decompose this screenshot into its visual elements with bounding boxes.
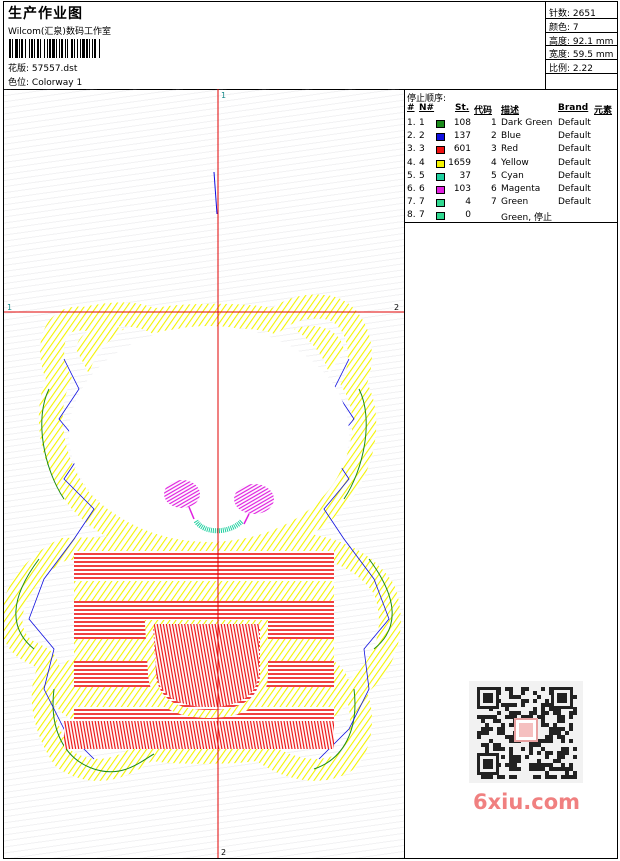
col-header-brand: Brand bbox=[558, 103, 589, 113]
cell-st: 137 bbox=[453, 131, 471, 142]
watermark-logo: 6xiu.com bbox=[473, 790, 581, 814]
cell-st: 0 bbox=[465, 210, 471, 221]
cell-n: 7 bbox=[419, 197, 425, 208]
design-canvas: 1 1 2 2 bbox=[4, 89, 405, 858]
stop-sequence-row: 3. 3 601 3 Red Default bbox=[405, 144, 617, 157]
col-header-description: 描述 bbox=[501, 106, 520, 116]
cell-st: 103 bbox=[453, 184, 471, 194]
cell-code: 4 bbox=[491, 157, 497, 168]
cell-brand: Default bbox=[558, 170, 591, 181]
design-file-name: 57557.dst bbox=[31, 64, 78, 74]
design-stats: 针数: 2651 颜色: 7 高度: 92.1 mm 宽度: 59.5 mm 比… bbox=[546, 2, 617, 89]
cell-brand: Default bbox=[558, 157, 591, 168]
cell-num: 7. bbox=[407, 197, 416, 208]
stop-sequence-row: 8. 7 0 Green, 停止 bbox=[405, 210, 617, 223]
color-swatch bbox=[436, 186, 445, 194]
barcode bbox=[9, 39, 181, 58]
cell-n: 6 bbox=[419, 184, 425, 194]
cell-desc: Dark Green bbox=[501, 118, 553, 128]
colorway-label: 色位: bbox=[8, 78, 30, 88]
colorway-line: 色位: Colorway 1 bbox=[8, 75, 82, 88]
cell-code: 6 bbox=[491, 184, 497, 194]
cell-desc: Yellow bbox=[501, 157, 529, 168]
design-label: 花版: bbox=[8, 64, 30, 74]
cell-code: 7 bbox=[491, 197, 497, 208]
design-file-line: 花版: 57557.dst bbox=[8, 61, 77, 74]
color-swatch bbox=[436, 199, 445, 208]
cell-st: 108 bbox=[453, 118, 471, 128]
stop-sequence-row: 5. 5 37 5 Cyan Default bbox=[405, 171, 617, 184]
color-swatch bbox=[436, 172, 445, 181]
cell-st: 601 bbox=[453, 144, 471, 155]
sheet-header: 生产作业图 Wilcom(汇泉)数码工作室 花版: 57557.dst 色位: … bbox=[4, 2, 617, 90]
qr-code bbox=[469, 681, 583, 783]
col-header-code: 代码 bbox=[474, 106, 493, 116]
bear-overalls bbox=[64, 551, 334, 749]
cell-brand: Default bbox=[558, 184, 591, 194]
cell-desc: Magenta bbox=[501, 184, 541, 194]
col-header-num: # bbox=[407, 103, 415, 113]
col-header-n: N# bbox=[419, 103, 435, 113]
color-swatch bbox=[436, 120, 445, 128]
cell-n: 7 bbox=[419, 210, 425, 221]
cell-brand: Default bbox=[558, 144, 591, 155]
cell-st: 4 bbox=[465, 197, 471, 208]
cell-code: 2 bbox=[491, 131, 497, 142]
colorway-name: Colorway 1 bbox=[31, 78, 83, 88]
cell-num: 1. bbox=[407, 118, 416, 128]
cell-num: 5. bbox=[407, 170, 416, 181]
cell-n: 3 bbox=[419, 144, 425, 155]
cell-num: 3. bbox=[407, 144, 416, 155]
cell-desc: Green, 停止 bbox=[501, 213, 552, 224]
color-swatch bbox=[436, 146, 445, 155]
company-name: Wilcom(汇泉)数码工作室 bbox=[8, 27, 111, 37]
cell-code: 1 bbox=[491, 118, 497, 128]
header-info: 生产作业图 Wilcom(汇泉)数码工作室 花版: 57557.dst 色位: … bbox=[4, 2, 546, 89]
axis-label-right: 2 bbox=[394, 303, 399, 312]
cell-code: 3 bbox=[491, 144, 497, 155]
cell-brand: Default bbox=[558, 197, 591, 208]
sheet-title: 生产作业图 bbox=[8, 6, 83, 22]
cell-num: 2. bbox=[407, 131, 416, 142]
cell-desc: Cyan bbox=[501, 170, 524, 181]
stop-sequence-table: 停止顺序: # N# St. 代码 描述 Brand 元素 1. 1 108 1 Dar… bbox=[405, 89, 617, 223]
cell-num: 8. bbox=[407, 210, 416, 221]
cell-brand: Default bbox=[558, 118, 591, 128]
cell-st: 1659 bbox=[448, 157, 471, 168]
color-swatch bbox=[436, 133, 445, 142]
cell-n: 5 bbox=[419, 170, 425, 181]
col-header-element: 元素 bbox=[594, 106, 613, 116]
axis-label-top: 1 bbox=[221, 91, 226, 100]
cell-n: 1 bbox=[419, 118, 425, 128]
stop-sequence-row: 7. 7 4 7 Green Default bbox=[405, 197, 617, 210]
cell-code: 5 bbox=[491, 170, 497, 181]
cell-num: 6. bbox=[407, 184, 416, 194]
color-swatch bbox=[436, 212, 445, 221]
color-swatch bbox=[436, 159, 445, 168]
cell-desc: Blue bbox=[501, 131, 521, 142]
embroidery-preview: 1 1 2 2 bbox=[4, 89, 404, 858]
stop-sequence-row: 4. 4 1659 4 Yellow Default bbox=[405, 158, 617, 171]
cell-desc: Red bbox=[501, 144, 519, 155]
stop-sequence-row: 1. 1 108 1 Dark Green Default bbox=[405, 118, 617, 131]
bear-face bbox=[69, 326, 349, 542]
cell-n: 2 bbox=[419, 131, 425, 142]
axis-label-bottom: 2 bbox=[221, 848, 226, 857]
cell-n: 4 bbox=[419, 157, 425, 168]
cell-brand: Default bbox=[558, 131, 591, 142]
stop-sequence-row: 2. 2 137 2 Blue Default bbox=[405, 131, 617, 144]
cell-desc: Green bbox=[501, 197, 529, 208]
col-header-stitches: St. bbox=[455, 103, 470, 113]
cell-st: 37 bbox=[459, 170, 471, 181]
axis-label-left: 1 bbox=[7, 303, 12, 312]
cell-num: 4. bbox=[407, 157, 416, 168]
stop-sequence-row: 6. 6 103 6 Magenta Default bbox=[405, 184, 617, 197]
